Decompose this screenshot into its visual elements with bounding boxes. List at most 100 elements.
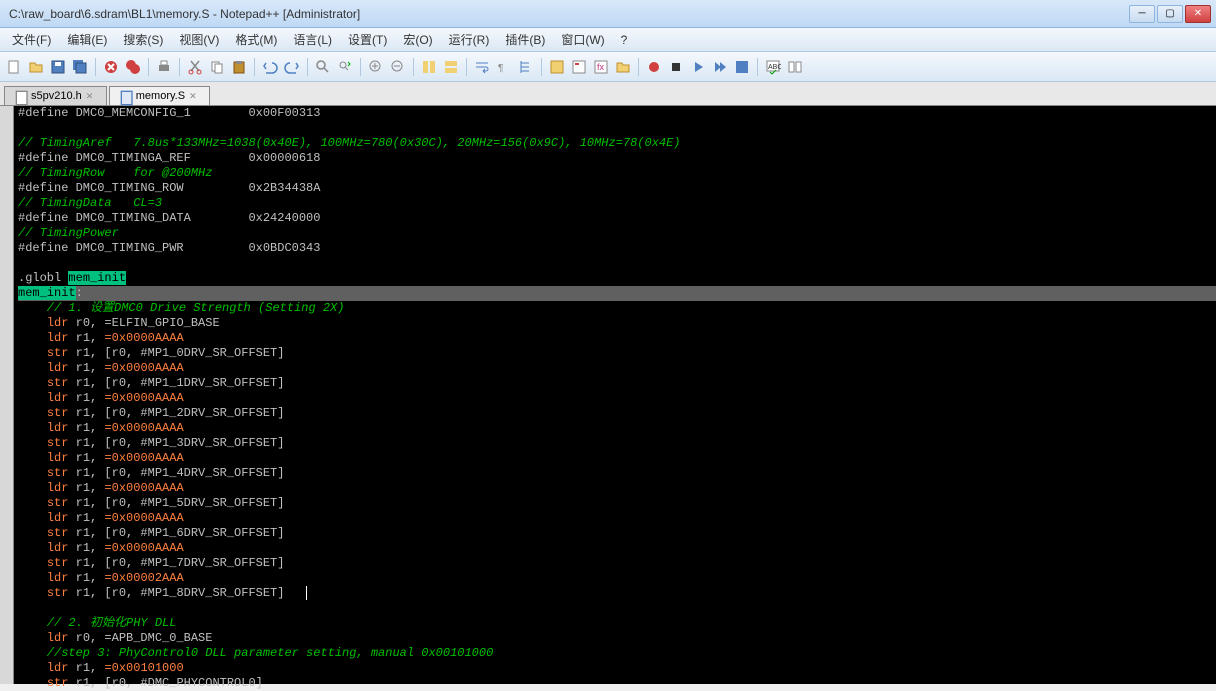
zoom-out-icon[interactable] <box>388 57 408 77</box>
code-line[interactable]: ldr r1, =0x00002AAA <box>18 571 1216 586</box>
menu-run[interactable]: 运行(R) <box>441 28 498 51</box>
window-controls: ─ ▢ ✕ <box>1129 5 1211 23</box>
menu-file[interactable]: 文件(F) <box>4 28 59 51</box>
code-line[interactable]: mem_init: <box>18 286 1216 301</box>
sync-h-icon[interactable] <box>441 57 461 77</box>
code-line[interactable]: // TimingRow for @200MHz <box>18 166 1216 181</box>
tab-close-icon[interactable]: ✕ <box>86 91 96 101</box>
func-list-icon[interactable]: fx <box>591 57 611 77</box>
save-macro-icon[interactable] <box>732 57 752 77</box>
play-icon[interactable] <box>688 57 708 77</box>
stop-icon[interactable] <box>666 57 686 77</box>
close-button[interactable]: ✕ <box>1185 5 1211 23</box>
code-line[interactable]: str r1, [r0, #MP1_3DRV_SR_OFFSET] <box>18 436 1216 451</box>
maximize-button[interactable]: ▢ <box>1157 5 1183 23</box>
code-line[interactable]: #define DMC0_TIMINGA_REF 0x00000618 <box>18 151 1216 166</box>
copy-icon[interactable] <box>207 57 227 77</box>
code-line[interactable]: str r1, [r0, #MP1_2DRV_SR_OFFSET] <box>18 406 1216 421</box>
cut-icon[interactable] <box>185 57 205 77</box>
code-line[interactable]: // TimingAref 7.8us*133MHz=1038(0x40E), … <box>18 136 1216 151</box>
code-line[interactable]: str r1, [r0, #MP1_7DRV_SR_OFFSET] <box>18 556 1216 571</box>
code-line[interactable]: ldr r1, =0x0000AAAA <box>18 481 1216 496</box>
code-line[interactable]: str r1, [r0, #MP1_1DRV_SR_OFFSET] <box>18 376 1216 391</box>
undo-icon[interactable] <box>260 57 280 77</box>
toolbar-separator <box>541 58 542 76</box>
toolbar: ¶ fx ABC <box>0 52 1216 82</box>
code-line[interactable] <box>18 256 1216 271</box>
code-area[interactable]: #define DMC0_MEMCONFIG_1 0x00F00313 // Ti… <box>14 106 1216 684</box>
indent-guide-icon[interactable] <box>516 57 536 77</box>
paste-icon[interactable] <box>229 57 249 77</box>
print-icon[interactable] <box>154 57 174 77</box>
minimize-button[interactable]: ─ <box>1129 5 1155 23</box>
code-line[interactable]: str r1, [r0, #MP1_5DRV_SR_OFFSET] <box>18 496 1216 511</box>
code-line[interactable]: ldr r1, =0x00101000 <box>18 661 1216 676</box>
tab-s5pv210[interactable]: s5pv210.h ✕ <box>4 86 107 105</box>
code-line[interactable]: ldr r0, =ELFIN_GPIO_BASE <box>18 316 1216 331</box>
code-line[interactable]: str r1, [r0, #MP1_8DRV_SR_OFFSET] <box>18 586 1216 601</box>
menu-window[interactable]: 窗口(W) <box>553 28 612 51</box>
spellcheck-icon[interactable]: ABC <box>763 57 783 77</box>
menu-format[interactable]: 格式(M) <box>227 28 285 51</box>
find-icon[interactable] <box>313 57 333 77</box>
toolbar-separator <box>307 58 308 76</box>
code-line[interactable]: // 1. 设置DMC0 Drive Strength (Setting 2X) <box>18 301 1216 316</box>
close-all-icon[interactable] <box>123 57 143 77</box>
menu-view[interactable]: 视图(V) <box>171 28 227 51</box>
titlebar-text: C:\raw_board\6.sdram\BL1\memory.S - Note… <box>5 7 1129 21</box>
menu-edit[interactable]: 编辑(E) <box>59 28 115 51</box>
code-line[interactable]: ldr r1, =0x0000AAAA <box>18 391 1216 406</box>
code-line[interactable]: // TimingPower <box>18 226 1216 241</box>
doc-map-icon[interactable] <box>569 57 589 77</box>
zoom-in-icon[interactable] <box>366 57 386 77</box>
close-file-icon[interactable] <box>101 57 121 77</box>
code-line[interactable]: #define DMC0_MEMCONFIG_1 0x00F00313 <box>18 106 1216 121</box>
toolbar-separator <box>757 58 758 76</box>
code-line[interactable]: ldr r1, =0x0000AAAA <box>18 361 1216 376</box>
tab-memory-s[interactable]: memory.S ✕ <box>109 86 210 105</box>
code-line[interactable]: #define DMC0_TIMING_PWR 0x0BDC0343 <box>18 241 1216 256</box>
code-line[interactable] <box>18 601 1216 616</box>
new-file-icon[interactable] <box>4 57 24 77</box>
code-line[interactable]: str r1, [r0, #MP1_6DRV_SR_OFFSET] <box>18 526 1216 541</box>
menu-help[interactable]: ? <box>613 30 636 50</box>
tab-close-icon[interactable]: ✕ <box>189 91 199 101</box>
code-line[interactable]: ldr r1, =0x0000AAAA <box>18 541 1216 556</box>
code-line[interactable]: // 2. 初始化PHY DLL <box>18 616 1216 631</box>
line-gutter <box>0 106 14 684</box>
menu-settings[interactable]: 设置(T) <box>340 28 395 51</box>
sync-v-icon[interactable] <box>419 57 439 77</box>
menu-search[interactable]: 搜索(S) <box>115 28 171 51</box>
code-line[interactable] <box>18 121 1216 136</box>
open-file-icon[interactable] <box>26 57 46 77</box>
code-line[interactable]: // TimingData CL=3 <box>18 196 1216 211</box>
menu-macro[interactable]: 宏(O) <box>395 28 440 51</box>
editor[interactable]: #define DMC0_MEMCONFIG_1 0x00F00313 // Ti… <box>0 106 1216 684</box>
show-all-icon[interactable]: ¶ <box>494 57 514 77</box>
ud-lang-icon[interactable] <box>547 57 567 77</box>
play-multi-icon[interactable] <box>710 57 730 77</box>
menu-plugins[interactable]: 插件(B) <box>497 28 553 51</box>
code-line[interactable]: .globl mem_init <box>18 271 1216 286</box>
folder-view-icon[interactable] <box>613 57 633 77</box>
save-all-icon[interactable] <box>70 57 90 77</box>
code-line[interactable]: ldr r0, =APB_DMC_0_BASE <box>18 631 1216 646</box>
toolbar-separator <box>413 58 414 76</box>
redo-icon[interactable] <box>282 57 302 77</box>
code-line[interactable]: //step 3: PhyControl0 DLL parameter sett… <box>18 646 1216 661</box>
code-line[interactable]: ldr r1, =0x0000AAAA <box>18 421 1216 436</box>
save-icon[interactable] <box>48 57 68 77</box>
replace-icon[interactable] <box>335 57 355 77</box>
code-line[interactable]: str r1, [r0, #MP1_4DRV_SR_OFFSET] <box>18 466 1216 481</box>
code-line[interactable]: #define DMC0_TIMING_DATA 0x24240000 <box>18 211 1216 226</box>
code-line[interactable]: str r1, [r0, #MP1_0DRV_SR_OFFSET] <box>18 346 1216 361</box>
code-line[interactable]: #define DMC0_TIMING_ROW 0x2B34438A <box>18 181 1216 196</box>
menu-language[interactable]: 语言(L) <box>285 28 340 51</box>
record-icon[interactable] <box>644 57 664 77</box>
code-line[interactable]: ldr r1, =0x0000AAAA <box>18 511 1216 526</box>
wrap-icon[interactable] <box>472 57 492 77</box>
toolbar-separator <box>179 58 180 76</box>
code-line[interactable]: ldr r1, =0x0000AAAA <box>18 451 1216 466</box>
compare-icon[interactable] <box>785 57 805 77</box>
code-line[interactable]: ldr r1, =0x0000AAAA <box>18 331 1216 346</box>
